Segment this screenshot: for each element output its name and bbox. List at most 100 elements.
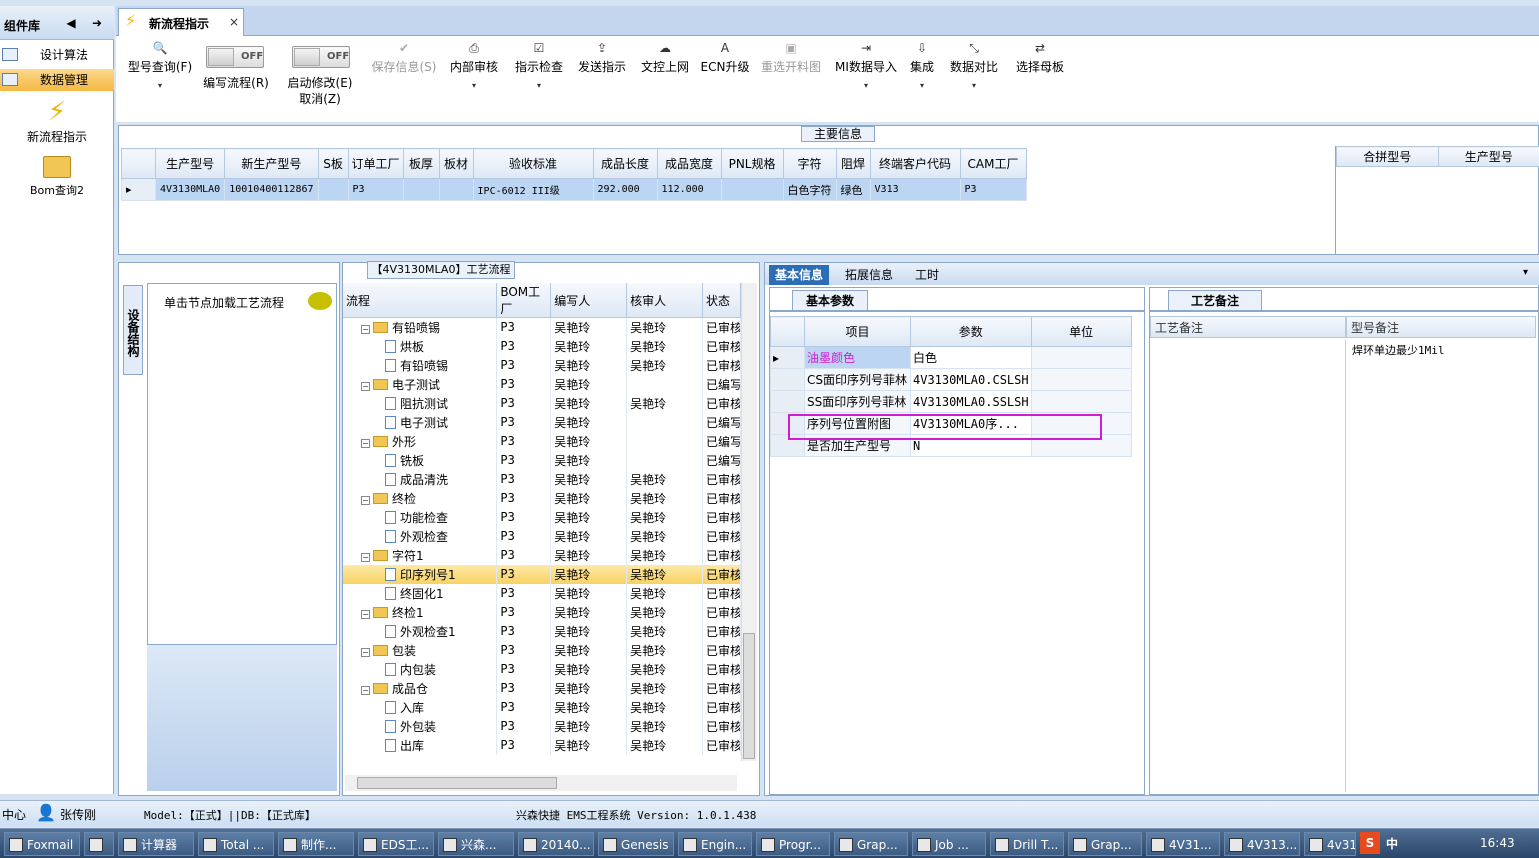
tile-bom-query[interactable]: Bom查询2 <box>0 156 114 198</box>
taskbar-app[interactable]: 20140... <box>518 832 594 856</box>
tree-node[interactable]: 成品清洗 <box>343 469 498 489</box>
sidebar-item-data-management[interactable]: 数据管理 <box>0 69 114 91</box>
tree-node[interactable]: 电子测试 <box>343 412 498 432</box>
taskbar-app[interactable]: 计算器 <box>118 832 194 856</box>
taskbar-app[interactable]: 4V313... <box>1224 832 1300 856</box>
column-header[interactable]: 流程 <box>343 283 498 318</box>
tab-extended-info[interactable]: 拓展信息 <box>839 265 899 285</box>
taskbar-app[interactable]: EDS工... <box>358 832 434 856</box>
model-query-button[interactable]: 🔍 型号查询(F) ▾ <box>124 40 196 90</box>
import-button[interactable]: ⇥ MI数据导入 ▾ <box>828 40 904 90</box>
column-header[interactable]: 参数 <box>910 316 1032 347</box>
tree-row[interactable]: 烘板 P3 吴艳玲 吴艳玲 已审核 <box>343 336 742 356</box>
tree-row[interactable]: 终固化1 P3 吴艳玲 吴艳玲 已审核 <box>343 583 742 603</box>
equipment-tree-area[interactable]: 单击节点加载工艺流程 <box>147 283 337 645</box>
tree-row[interactable]: − 终检 P3 吴艳玲 吴艳玲 已审核 <box>343 488 742 508</box>
collapse-icon[interactable]: − <box>361 685 370 695</box>
chevron-down-icon[interactable]: ▾ <box>446 81 502 90</box>
row-selector-icon[interactable] <box>770 368 805 391</box>
tree-node[interactable]: 外观检查 <box>343 526 498 546</box>
column-header[interactable]: 单位 <box>1030 316 1132 347</box>
column-header[interactable]: 编写人 <box>550 283 628 318</box>
column-header[interactable]: 字符 <box>782 148 837 179</box>
tree-row[interactable]: 阻抗测试 P3 吴艳玲 吴艳玲 已审核 <box>343 393 742 413</box>
column-header[interactable]: 生产型号 <box>154 148 226 179</box>
tree-node[interactable]: 烘板 <box>343 336 498 356</box>
tree-row[interactable]: − 包装 P3 吴艳玲 吴艳玲 已审核 <box>343 640 742 660</box>
tab-process-notes[interactable]: 工艺备注 <box>1168 290 1262 310</box>
collapse-icon[interactable]: − <box>361 495 370 505</box>
taskbar-app[interactable]: Genesis <box>598 832 674 856</box>
column-header[interactable]: PNL规格 <box>720 148 784 179</box>
taskbar-app[interactable]: Engin... <box>678 832 752 856</box>
table-cell[interactable]: P3 <box>347 178 404 201</box>
column-header[interactable]: 板厚 <box>402 148 440 179</box>
taskbar-app[interactable]: Total ... <box>198 832 274 856</box>
table-cell[interactable]: 绿色 <box>835 178 871 201</box>
pin-icon[interactable]: ➜ <box>90 16 104 30</box>
tree-row[interactable]: 有铅喷锡 P3 吴艳玲 吴艳玲 已审核 <box>343 355 742 375</box>
table-cell[interactable] <box>317 178 349 201</box>
taskbar-app[interactable]: Job ... <box>912 832 986 856</box>
tree-row[interactable]: − 有铅喷锡 P3 吴艳玲 吴艳玲 已审核 <box>343 317 742 337</box>
cloud-upload-button[interactable]: ☁ 文控上网 <box>634 40 696 75</box>
table-cell[interactable]: IPC-6012 III级 <box>472 178 594 201</box>
column-header[interactable]: 核审人 <box>626 283 703 318</box>
chevron-down-icon[interactable]: ▾ <box>942 81 1006 90</box>
process-note-textarea[interactable] <box>1152 340 1346 792</box>
table-cell[interactable]: P3 <box>959 178 1027 201</box>
chevron-down-icon[interactable]: ▾ <box>1523 267 1528 278</box>
property-row[interactable]: SS面印序列号菲林 4V3130MLA0.SSLSH <box>770 390 1132 413</box>
property-unit[interactable] <box>1030 390 1132 413</box>
taskbar-app[interactable] <box>84 832 114 856</box>
taskbar-app[interactable]: Drill T... <box>990 832 1064 856</box>
column-header[interactable]: BOM工厂 <box>496 283 552 318</box>
tree-row[interactable]: 外包装 P3 吴艳玲 吴艳玲 已审核 <box>343 716 742 736</box>
print-button[interactable]: ⎙ 内部审核 ▾ <box>446 40 502 90</box>
tree-row[interactable]: − 字符1 P3 吴艳玲 吴艳玲 已审核 <box>343 545 742 565</box>
property-row[interactable]: ▸ 油墨颜色 白色 <box>770 346 1132 369</box>
chevron-down-icon[interactable]: ▾ <box>508 81 570 90</box>
tab-work-hours[interactable]: 工时 <box>909 265 945 285</box>
column-header[interactable]: 成品长度 <box>592 148 658 179</box>
clock[interactable]: 16:43 <box>1480 836 1515 850</box>
table-row[interactable]: ▸ 4V3130MLA0 10010400112867 P3 IPC-6012 III级… <box>121 178 1027 201</box>
close-icon[interactable]: × <box>229 15 239 29</box>
column-header[interactable]: 项目 <box>804 316 911 347</box>
row-selector-icon[interactable] <box>770 390 805 413</box>
tab-equipment-structure[interactable]: 设备结构 <box>123 285 143 375</box>
download-button[interactable]: ⇩ 集成 ▾ <box>902 40 942 90</box>
column-header[interactable]: S板 <box>317 148 349 179</box>
tree-node[interactable]: 印序列号1 <box>343 564 498 584</box>
table-cell[interactable] <box>402 178 440 201</box>
column-header[interactable]: 终端客户代码 <box>869 148 961 179</box>
save-info-button[interactable]: ✔ 保存信息(S) <box>368 40 440 75</box>
chevron-down-icon[interactable]: ▾ <box>828 81 904 90</box>
tree-node[interactable]: 外包装 <box>343 716 498 736</box>
collapse-icon[interactable]: − <box>361 552 370 562</box>
taskbar-app[interactable]: Grap... <box>834 832 908 856</box>
upload-button[interactable]: ⇪ 发送指示 <box>574 40 630 75</box>
tree-row[interactable]: 铣板 P3 吴艳玲 已编写 <box>343 450 742 470</box>
column-header[interactable]: 阻焊 <box>835 148 871 179</box>
tree-row[interactable]: 外观检查 P3 吴艳玲 吴艳玲 已审核 <box>343 526 742 546</box>
ime-mode[interactable]: 中 <box>1386 835 1398 852</box>
collapse-left-icon[interactable]: ◀ <box>64 16 78 30</box>
table-cell[interactable]: 白色字符 <box>782 178 837 201</box>
tree-node[interactable]: 外观检查1 <box>343 621 498 641</box>
column-header[interactable]: 状态 <box>702 283 742 318</box>
tree-node[interactable]: − 有铅喷锡 <box>343 317 498 337</box>
tree-row[interactable]: − 成品仓 P3 吴艳玲 吴艳玲 已审核 <box>343 678 742 698</box>
tab-basic-params[interactable]: 基本参数 <box>792 290 868 310</box>
tree-node[interactable]: 阻抗测试 <box>343 393 498 413</box>
column-header[interactable]: 新生产型号 <box>224 148 319 179</box>
image-button[interactable]: ▣ 重选开料图 <box>756 40 826 75</box>
collapse-icon[interactable]: − <box>361 647 370 657</box>
column-header[interactable]: 验收标准 <box>472 148 594 179</box>
collapse-icon[interactable]: − <box>361 381 370 391</box>
cancel-label[interactable]: 取消(Z) <box>282 90 358 107</box>
shuffle-button[interactable]: ⇄ 选择母板 <box>1008 40 1072 75</box>
taskbar-app[interactable]: Grap... <box>1068 832 1142 856</box>
table-cell[interactable]: 4V3130MLA0 <box>154 178 226 201</box>
column-header[interactable]: 板材 <box>438 148 474 179</box>
